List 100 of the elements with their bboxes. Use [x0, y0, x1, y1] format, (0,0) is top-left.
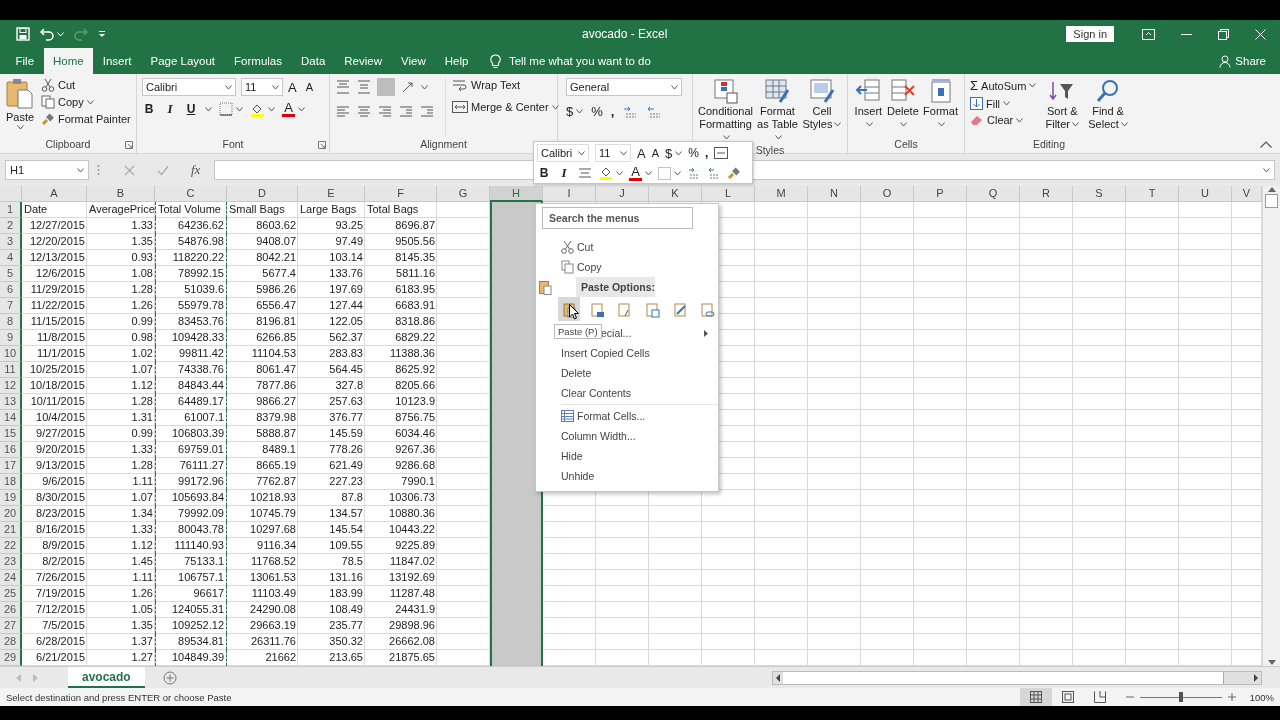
table-cell: 105693.84 — [155, 490, 227, 506]
table-cell: 78992.15 — [155, 266, 227, 282]
table-cell-text: 257.63 — [328, 394, 364, 409]
table-cell-text: 6034.46 — [394, 426, 436, 441]
table-cell-text: 9408.07 — [255, 234, 297, 249]
table-cell-text: 8145.35 — [394, 250, 436, 265]
table-cell-text: 13192.69 — [388, 570, 436, 585]
table-cell-text: 8696.87 — [394, 218, 436, 233]
table-cell-text: 1.07 — [130, 362, 154, 377]
table-cell-text: 8042.21 — [255, 250, 297, 265]
table-cell-text: 24290.08 — [249, 602, 297, 617]
table-cell-text: 7/12/2015 — [35, 602, 86, 617]
table-cell-text: 5811.16 — [395, 266, 436, 281]
table-cell-text: 327.8 — [334, 378, 364, 393]
table-cell: 109252.12 — [155, 618, 227, 634]
table-cell-text: 7/26/2015 — [35, 570, 86, 585]
table-cell-text: 8756.75 — [394, 410, 436, 425]
table-cell-text: 9286.68 — [394, 458, 436, 473]
table-cell-text: 131.16 — [328, 570, 364, 585]
table-cell-text: 376.77 — [328, 410, 364, 425]
table-cell: 109428.33 — [155, 330, 227, 346]
table-cell: 118220.22 — [155, 250, 227, 266]
table-cell-text: 6183.95 — [394, 282, 436, 297]
table-cell-text: 0.99 — [130, 426, 154, 441]
table-cell-text: 6266.85 — [255, 330, 297, 345]
table-cell: 106757.1 — [155, 570, 227, 586]
table-cell-text: 0.99 — [130, 314, 154, 329]
table-cell-text: 133.76 — [328, 266, 364, 281]
table-cell-text: 21662 — [264, 650, 297, 665]
table-cell-text: 9/20/2015 — [35, 442, 86, 457]
table-cell-text: 1.28 — [130, 458, 154, 473]
table-cell: 124055.31 — [155, 602, 227, 618]
table-cell-text: 9267.36 — [394, 442, 436, 457]
table-cell: 106803.39 — [155, 426, 227, 442]
table-cell: 61007.1 — [155, 410, 227, 426]
table-cell-text: 109.55 — [328, 538, 364, 553]
table-cell: 75133.1 — [155, 554, 227, 570]
table-cell-text: 127.44 — [328, 298, 364, 313]
table-cell-text: 97.49 — [334, 234, 364, 249]
table-cell-text: 11/22/2015 — [29, 298, 86, 313]
table-cell-text: 11103.49 — [250, 586, 297, 601]
table-cell-text: 1.05 — [130, 602, 154, 617]
table-cell-text: 103.14 — [328, 250, 364, 265]
menu-section-header: Paste Options: — [576, 277, 656, 297]
table-cell-text: 145.54 — [328, 522, 364, 537]
table-cell-text: Small Bags — [228, 202, 286, 217]
table-cell-text: 24431.9 — [394, 602, 436, 617]
group-label: Alignment — [420, 137, 467, 152]
table-cell-text: 7/5/2015 — [41, 618, 86, 633]
table-cell-text: 1.28 — [130, 394, 154, 409]
table-cell-text: 197.69 — [328, 282, 364, 297]
table-cell-text: 7762.87 — [255, 474, 297, 489]
table-cell: 69759.01 — [155, 442, 227, 458]
table-cell-text: 183.99 — [328, 586, 364, 601]
table-cell-text: 11287.48 — [388, 586, 436, 601]
group-label: Cells — [894, 137, 918, 152]
table-cell-text: AveragePrice — [88, 202, 155, 217]
table-cell-text: 562.37 — [328, 330, 364, 345]
table-cell-text: 8665.19 — [255, 458, 297, 473]
table-cell-text: 6829.22 — [394, 330, 436, 345]
table-cell-text: 7/19/2015 — [35, 586, 86, 601]
table-cell-text: 8489.1 — [261, 442, 297, 457]
table-cell-text: 8061.47 — [255, 362, 297, 377]
table-cell-text: 7990.1 — [400, 474, 436, 489]
group-label: Font — [222, 137, 244, 152]
table-cell-text: 621.49 — [328, 458, 364, 473]
table-cell-text: 1.33 — [130, 218, 154, 233]
table-cell-text: 1.02 — [130, 346, 154, 361]
table-cell-text: 6/21/2015 — [35, 650, 86, 665]
status-message: Select destination and press ENTER or choose Paste — [6, 691, 232, 703]
table-cell-text: 564.45 — [328, 362, 364, 377]
table-cell: 74338.76 — [155, 362, 227, 378]
group-label: Clipboard — [45, 137, 91, 152]
table-cell-text: 13061.53 — [249, 570, 297, 585]
table-cell-text: 12/13/2015 — [28, 250, 86, 265]
table-cell-text: 8/30/2015 — [35, 490, 86, 505]
table-cell-text: 11768.52 — [249, 554, 297, 569]
table-cell-text: 1.45 — [130, 554, 154, 569]
table-cell: 54876.98 — [155, 234, 227, 250]
table-cell-text: 8/16/2015 — [35, 522, 86, 537]
table-cell-text: 9/6/2015 — [41, 474, 86, 489]
table-cell-text: 235.77 — [328, 618, 364, 633]
table-cell-text: 21875.65 — [388, 650, 436, 665]
table-cell-text: 5986.26 — [255, 282, 297, 297]
table-cell-text: 6683.91 — [394, 298, 436, 313]
table-cell-text: 10218.93 — [249, 490, 297, 505]
table-cell: 89534.81 — [155, 634, 227, 650]
table-cell-text: 12/20/2015 — [28, 234, 86, 249]
table-cell-text: 10/11/2015 — [29, 394, 86, 409]
table-cell-text: 11388.36 — [388, 346, 436, 361]
table-cell-text: Total Bags — [366, 202, 420, 217]
table-cell-text: 11104.53 — [250, 346, 297, 361]
table-cell-text: 1.34 — [130, 506, 154, 521]
table-cell-text: 8/2/2015 — [41, 554, 86, 569]
table-cell-text: 10123.9 — [394, 394, 436, 409]
table-cell-text: 1.35 — [130, 234, 154, 249]
table-cell-text: 8205.66 — [394, 378, 436, 393]
table-cell-text: 1.26 — [130, 298, 154, 313]
table-cell: 51039.6 — [155, 282, 227, 298]
table-cell-text: 1.35 — [130, 618, 154, 633]
